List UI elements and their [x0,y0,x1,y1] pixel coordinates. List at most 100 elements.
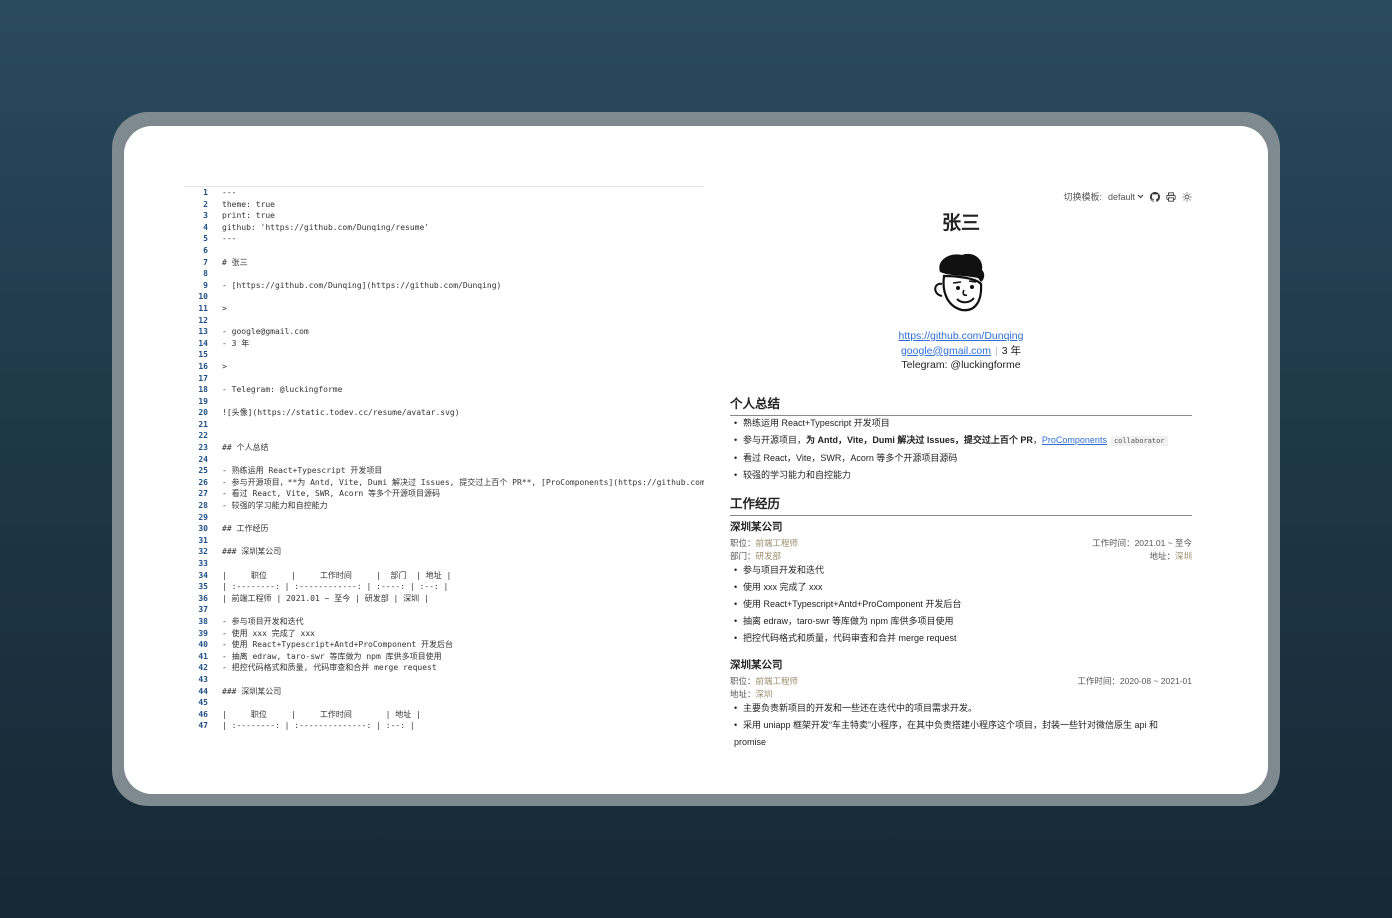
github-icon[interactable] [1150,191,1160,202]
code-line[interactable]: 22 [184,430,704,442]
line-number: 14 [198,338,208,348]
code-line[interactable]: 35 | :--------: | :------------: | :----:… [184,581,704,593]
code-line[interactable]: 15 [184,349,704,361]
code-line[interactable]: 33 [184,558,704,570]
code-line[interactable]: 39 - 使用 xxx 完成了 xxx [184,628,704,640]
code-line[interactable]: 34 | 职位 | 工作时间 | 部门 | 地址 | [184,570,704,582]
code-line[interactable]: 19 [184,396,704,408]
code-line[interactable]: 42 - 把控代码格式和质量, 代码审查和合并 merge request [184,662,704,674]
code-line[interactable]: 26 - 参与开源项目，**为 Antd, Vite, Dumi 解决过 Issu… [184,477,704,489]
code-line[interactable]: 5 --- [184,233,704,245]
list-item: 抽离 edraw，taro-swr 等库做为 npm 库供多项目使用 [734,613,1192,630]
line-text [222,558,704,570]
line-number: 5 [203,234,208,244]
template-select[interactable]: default [1108,192,1144,202]
code-line[interactable]: 8 [184,268,704,280]
resume-name: 张三 [941,213,980,234]
code-line[interactable]: 28 - 较强的学习能力和自控能力 [184,500,704,512]
line-text [222,697,704,709]
code-line[interactable]: 46 | 职位 | 工作时间 | 地址 | [184,709,704,721]
summary-list: 熟练运用 React+Typescript 开发项目 参与开源项目，为 Antd… [734,415,1192,484]
telegram-text: Telegram: @luckingforme [901,359,1021,372]
code-line[interactable]: 7 # 张三 [184,257,704,269]
code-line[interactable]: 13 - google@gmail.com [184,326,704,338]
line-text [222,512,704,524]
line-text: > [222,361,227,371]
line-number: 11 [198,303,208,313]
code-line[interactable]: 2 theme: true [184,199,704,211]
line-text: - 熟练运用 React+Typescript 开发项目 [222,466,383,476]
code-line[interactable]: 12 [184,315,704,327]
preview-toolbar: 切换模板: default [1063,190,1192,203]
code-line[interactable]: 3 print: true [184,210,704,222]
code-line[interactable]: 4 github: 'https://github.com/Dunqing/res… [184,222,704,234]
job1-company: 深圳某公司 [730,521,783,533]
code-line[interactable]: 16 > [184,361,704,373]
code-line[interactable]: 44 ### 深圳某公司 [184,686,704,698]
code-line[interactable]: 6 [184,245,704,257]
code-line[interactable]: 31 [184,535,704,547]
code-line[interactable]: 10 [184,291,704,303]
chevron-down-icon [1137,194,1144,199]
line-number: 15 [198,350,208,360]
code-line[interactable]: 9 - [https://github.com/Dunqing](https://… [184,280,704,292]
list-item: 主要负责新项目的开发和一些还在迭代中的项目需求开发。 [734,700,1192,717]
email-link[interactable]: google@gmail.com [901,345,991,357]
code-line[interactable]: 45 [184,697,704,709]
code-line[interactable]: 36 | 前端工程师 | 2021.01 ~ 至今 | 研发部 | 深圳 | [184,593,704,605]
markdown-editor[interactable]: 1 --- 2 theme: true 3 print: true 4 github: 'ht… [184,186,704,733]
code-line[interactable]: 17 [184,373,704,385]
procomponents-link[interactable]: ProComponents [1042,435,1107,445]
code-line[interactable]: 18 - Telegram: @luckingforme [184,384,704,396]
line-number: 44 [198,686,208,696]
line-number: 8 [203,269,208,279]
code-line[interactable]: 27 - 看过 React, Vite, SWR, Acorn 等多个开源项目源码 [184,488,704,500]
code-line[interactable]: 29 [184,512,704,524]
line-number: 18 [198,385,208,395]
line-number: 40 [198,640,208,650]
line-number: 34 [198,570,208,580]
line-text [222,349,704,361]
line-number: 39 [198,628,208,638]
line-number: 23 [198,443,208,453]
code-line[interactable]: 40 - 使用 React+Typescript+Antd+ProComponen… [184,639,704,651]
line-text [222,315,704,327]
line-number: 33 [198,559,208,568]
code-line[interactable]: 24 [184,454,704,466]
github-link[interactable]: https://github.com/Dunqing [899,330,1024,342]
line-text: theme: true [222,199,275,209]
code-line[interactable]: 30 ## 工作经历 [184,523,704,535]
line-text [222,245,704,257]
list-item: 使用 xxx 完成了 xxx [734,579,1192,596]
list-item: 参与开源项目，为 Antd，Vite，Dumi 解决过 Issues，提交过上百… [734,432,1192,450]
code-line[interactable]: 37 [184,604,704,616]
code-line[interactable]: 25 - 熟练运用 React+Typescript 开发项目 [184,465,704,477]
printer-icon[interactable] [1166,191,1176,202]
line-text [222,674,704,686]
line-text: - 3 年 [222,338,250,348]
line-number: 9 [203,280,208,290]
code-line[interactable]: 11 > [184,303,704,315]
code-line[interactable]: 14 - 3 年 [184,338,704,350]
line-text [222,535,704,547]
line-number: 27 [198,489,208,499]
code-line[interactable]: 23 ## 个人总结 [184,442,704,454]
code-line[interactable]: 41 - 抽离 edraw, taro-swr 等库做为 npm 库供多项目使用 [184,651,704,663]
code-line[interactable]: 32 ### 深圳某公司 [184,546,704,558]
code-line[interactable]: 1 --- [184,187,704,199]
code-line[interactable]: 20 ![头像](https://static.todev.cc/resume/a… [184,407,704,419]
sun-icon[interactable] [1182,191,1192,202]
line-number: 43 [198,674,208,684]
code-line[interactable]: 43 [184,674,704,686]
code-line[interactable]: 38 - 参与项目开发和迭代 [184,616,704,628]
line-text: print: true [222,211,275,221]
line-text: --- [222,234,237,244]
line-text: - 参与项目开发和迭代 [222,616,304,626]
code-line[interactable]: 47 | :--------: | :--------------: | :--:… [184,720,704,732]
list-item: 熟练运用 React+Typescript 开发项目 [734,415,1192,432]
line-text [222,430,704,442]
code-line[interactable]: 21 [184,419,704,431]
line-text: | 职位 | 工作时间 | 部门 | 地址 | [222,570,452,580]
line-number: 38 [198,616,208,626]
line-number: 36 [198,593,208,603]
